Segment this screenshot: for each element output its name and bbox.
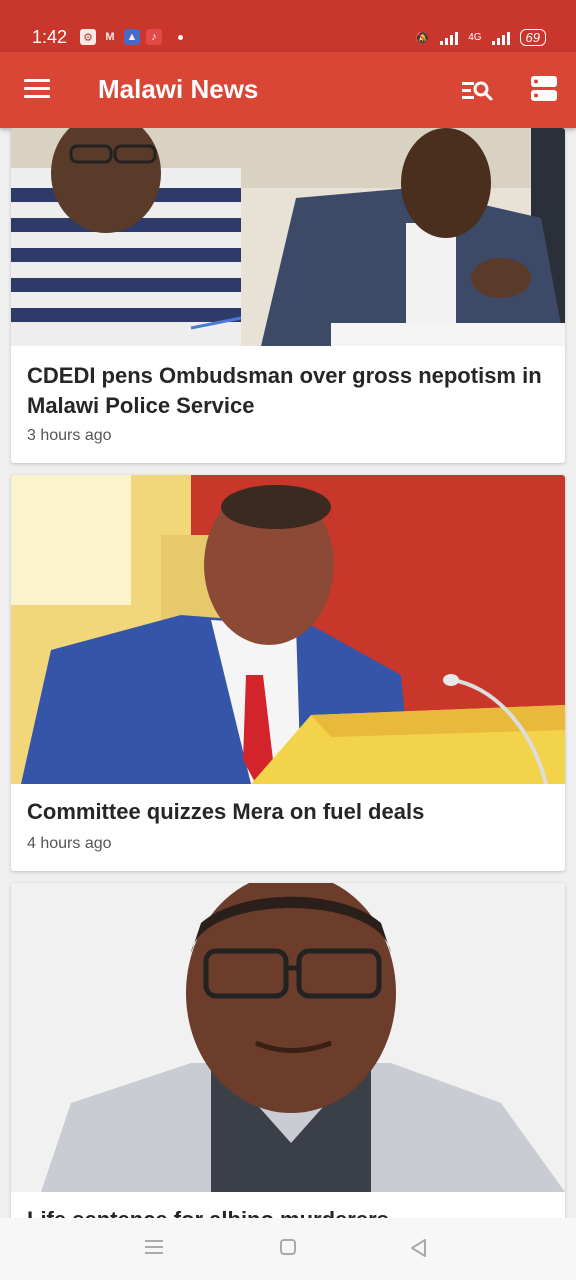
server-icon bbox=[531, 76, 557, 101]
status-bar: 1:42 ⚙ M ▲ ♪ 🔕 4G 69 bbox=[0, 0, 576, 52]
article-card[interactable]: CDEDI pens Ombudsman over gross nepotism… bbox=[11, 128, 565, 463]
article-title: Life sentence for albino murderers bbox=[27, 1205, 547, 1218]
news-feed[interactable]: CDEDI pens Ombudsman over gross nepotism… bbox=[0, 128, 576, 1218]
system-navigation-bar bbox=[0, 1218, 576, 1280]
search-list-icon bbox=[462, 81, 493, 101]
wifi-signal-icon bbox=[440, 31, 459, 45]
system-icons: 🔕 4G 69 bbox=[415, 29, 546, 46]
gmail-notification-icon: M bbox=[105, 31, 115, 43]
cell-signal-icon bbox=[491, 31, 510, 45]
app-notification-icon: ▲ bbox=[124, 29, 140, 45]
sources-button[interactable] bbox=[530, 74, 558, 104]
home-button[interactable] bbox=[279, 1238, 297, 1261]
mute-bell-icon: 🔕 bbox=[415, 30, 431, 45]
network-type: 4G bbox=[468, 32, 482, 43]
article-time: 4 hours ago bbox=[27, 835, 112, 852]
app-bar: Malawi News bbox=[0, 52, 576, 128]
article-card[interactable]: Life sentence for albino murderers bbox=[11, 883, 565, 1218]
settings-notification-icon: ⚙ bbox=[80, 29, 96, 45]
battery-level: 69 bbox=[519, 29, 546, 46]
article-image bbox=[11, 128, 565, 346]
recents-button[interactable] bbox=[144, 1238, 164, 1261]
article-title: CDEDI pens Ombudsman over gross nepotism… bbox=[27, 363, 542, 418]
article-title: Committee quizzes Mera on fuel deals bbox=[27, 799, 425, 824]
status-time: 1:42 bbox=[32, 27, 68, 47]
search-list-button[interactable] bbox=[460, 76, 494, 104]
article-time: 3 hours ago bbox=[27, 427, 112, 444]
back-button[interactable] bbox=[409, 1238, 429, 1263]
more-notifications-icon bbox=[178, 34, 183, 40]
music-notification-icon: ♪ bbox=[146, 29, 162, 45]
square-icon bbox=[280, 1239, 296, 1255]
notification-icons: ⚙ M ▲ ♪ bbox=[80, 29, 183, 45]
app-title: Malawi News bbox=[98, 74, 259, 104]
menu-button[interactable] bbox=[24, 77, 52, 99]
article-image bbox=[11, 883, 565, 1192]
back-triangle-icon bbox=[411, 1239, 426, 1257]
article-card[interactable]: Committee quizzes Mera on fuel deals 4 h… bbox=[11, 475, 565, 871]
menu-lines-icon bbox=[145, 1240, 163, 1254]
article-image bbox=[11, 475, 565, 784]
